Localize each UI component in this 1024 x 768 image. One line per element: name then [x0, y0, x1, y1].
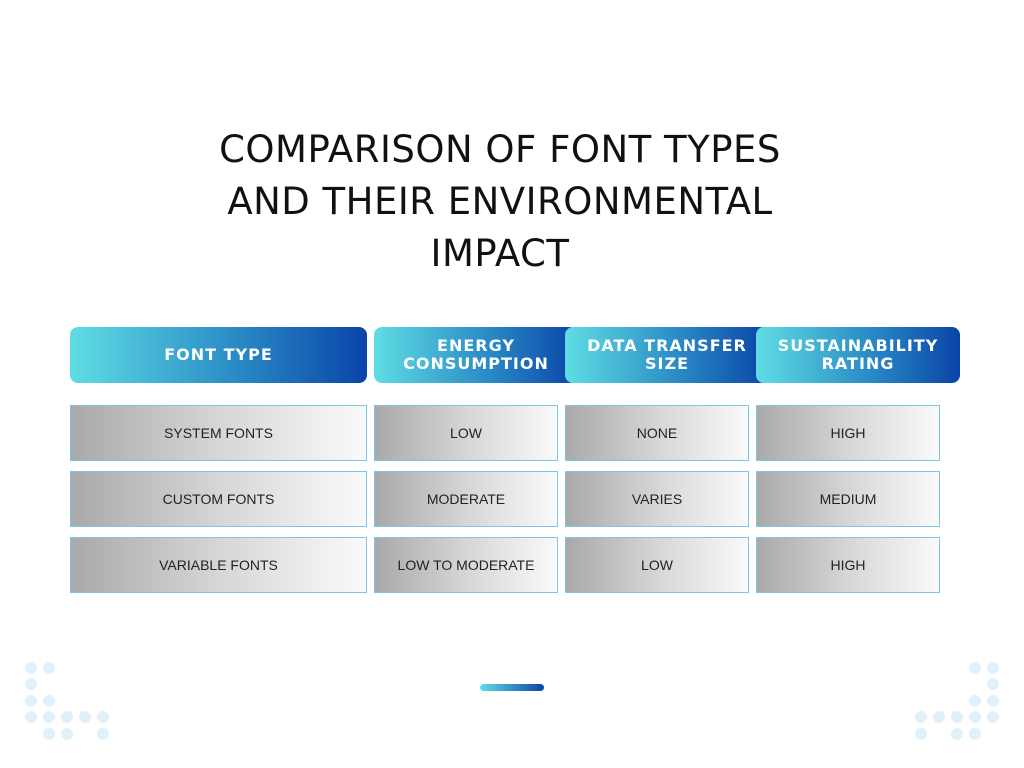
header-font-type: FONT TYPE [70, 327, 367, 383]
header-data-transfer-size: DATA TRANSFER SIZE [565, 327, 769, 383]
decorative-accent-bar [480, 684, 544, 691]
dot [987, 678, 999, 690]
dot [61, 711, 73, 723]
table-cell: MODERATE [374, 471, 558, 527]
dot [43, 662, 55, 674]
table-cell: VARIES [565, 471, 749, 527]
table-cell: VARIABLE FONTS [70, 537, 367, 593]
dot [25, 711, 37, 723]
header-energy-consumption: ENERGY CONSUMPTION [374, 327, 578, 383]
dot [969, 662, 981, 674]
table-cell: SYSTEM FONTS [70, 405, 367, 461]
dot [969, 728, 981, 740]
header-sustainability-rating: SUSTAINABILITY RATING [756, 327, 960, 383]
table-cell: HIGH [756, 537, 940, 593]
title-line-2: AND THEIR ENVIRONMENTAL [227, 180, 773, 223]
dot [25, 678, 37, 690]
title-line-1: COMPARISON OF FONT TYPES [219, 128, 781, 171]
table-cell: LOW [565, 537, 749, 593]
dot [969, 711, 981, 723]
dot [969, 695, 981, 707]
dot [43, 695, 55, 707]
dot [951, 711, 963, 723]
table-cell: LOW TO MODERATE [374, 537, 558, 593]
dot [951, 728, 963, 740]
dot [933, 711, 945, 723]
dot [987, 662, 999, 674]
dot [987, 711, 999, 723]
dot [915, 728, 927, 740]
dot [915, 711, 927, 723]
dot [61, 728, 73, 740]
dot [79, 711, 91, 723]
dot [43, 711, 55, 723]
page-title: COMPARISON OF FONT TYPES AND THEIR ENVIR… [150, 124, 850, 280]
table-cell: CUSTOM FONTS [70, 471, 367, 527]
dot [97, 711, 109, 723]
dot [97, 728, 109, 740]
dot [987, 695, 999, 707]
table-cell: MEDIUM [756, 471, 940, 527]
title-line-3: IMPACT [430, 232, 570, 275]
dot [25, 662, 37, 674]
table-cell: HIGH [756, 405, 940, 461]
table-cell: NONE [565, 405, 749, 461]
table-cell: LOW [374, 405, 558, 461]
dot [43, 728, 55, 740]
dot [25, 695, 37, 707]
